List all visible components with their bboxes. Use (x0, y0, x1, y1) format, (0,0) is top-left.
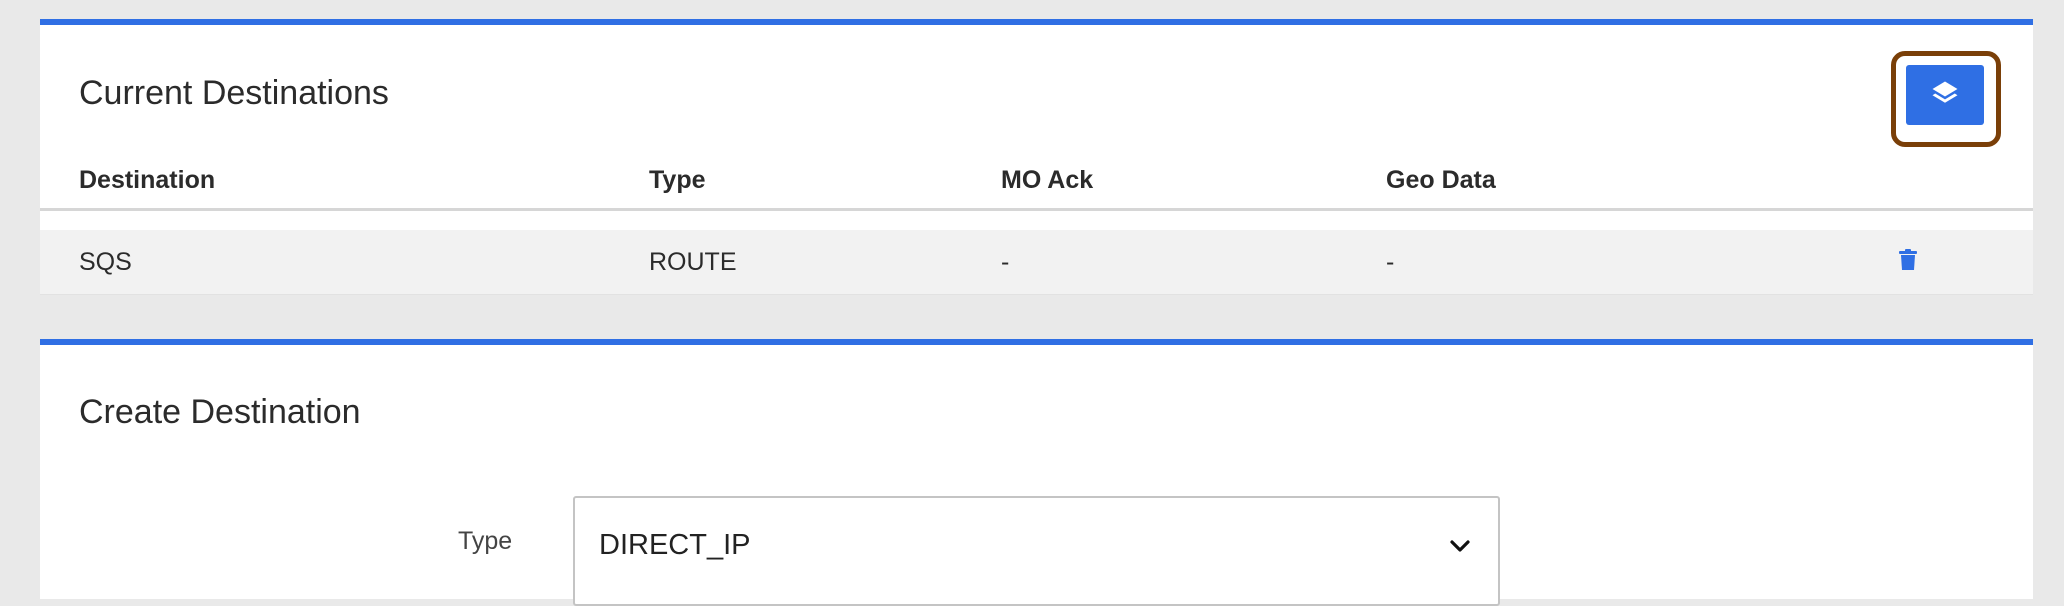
type-label: Type (458, 527, 513, 555)
cell-destination: SQS (79, 248, 132, 276)
table-header: Destination Type MO Ack Geo Data (40, 163, 2033, 211)
create-destination-card: Create Destination Type DIRECT_IP (40, 339, 2033, 606)
current-destinations-card: Current Destinations Destination Type MO… (40, 19, 2033, 295)
column-header-geo-data: Geo Data (1386, 166, 1496, 194)
delete-destination-button[interactable] (1893, 247, 1923, 277)
cell-mo-ack: - (1001, 248, 1010, 276)
table-row: SQS ROUTE - - (40, 230, 2033, 295)
cell-type: ROUTE (649, 248, 737, 276)
create-destination-title: Create Destination (79, 393, 361, 431)
layers-button[interactable] (1906, 65, 1984, 125)
layers-icon (1930, 79, 1960, 112)
current-destinations-title: Current Destinations (79, 74, 389, 112)
type-select-value: DIRECT_IP (599, 529, 751, 561)
column-header-type: Type (649, 166, 706, 194)
type-select[interactable]: DIRECT_IP (573, 496, 1500, 606)
column-header-mo-ack: MO Ack (1001, 166, 1094, 194)
cell-geo-data: - (1386, 248, 1395, 276)
column-header-destination: Destination (79, 166, 216, 194)
chevron-down-icon (1448, 534, 1472, 558)
trash-icon (1899, 248, 1917, 276)
